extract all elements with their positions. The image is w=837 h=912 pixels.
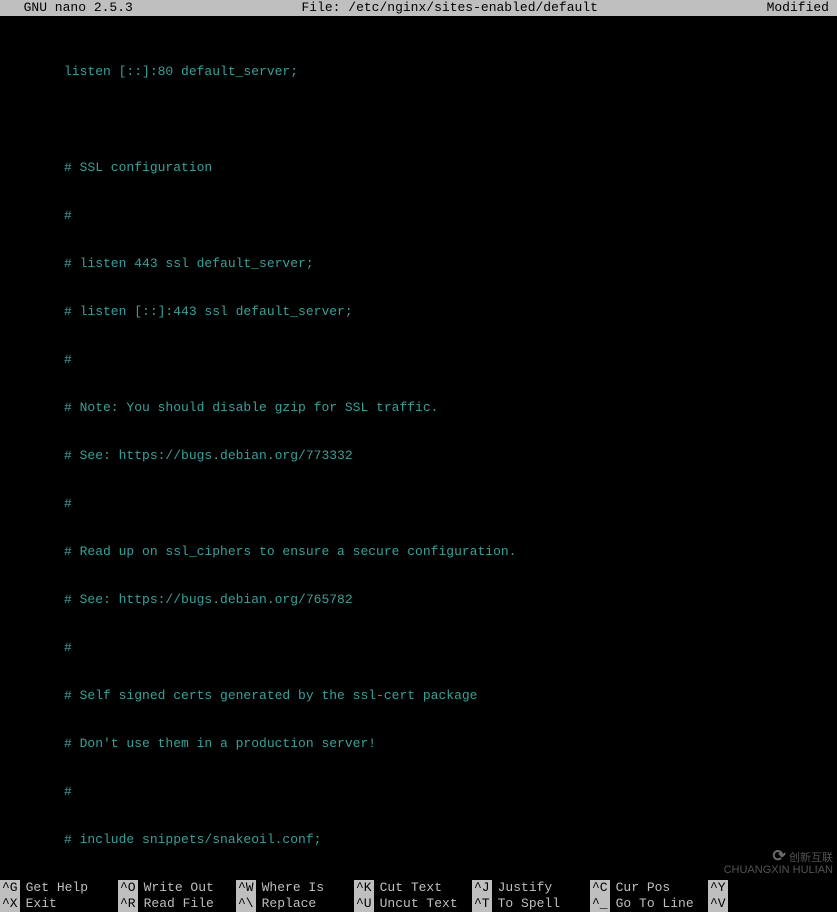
title-bar: GNU nano 2.5.3 File: /etc/nginx/sites-en… [0,0,837,16]
shortcut-page-up[interactable]: ^Y [708,880,826,896]
shortcut-where-is[interactable]: ^WWhere Is [236,880,354,896]
modified-status: Modified [767,0,837,16]
code-line: # Self signed certs generated by the ssl… [0,688,837,704]
code-line: # include snippets/snakeoil.conf; [0,832,837,848]
file-path: File: /etc/nginx/sites-enabled/default [133,0,767,16]
code-line: # See: https://bugs.debian.org/773332 [0,448,837,464]
shortcut-cur-pos[interactable]: ^CCur Pos [590,880,708,896]
shortcut-exit[interactable]: ^XExit [0,896,118,912]
code-line: # [0,640,837,656]
editor-area[interactable]: listen [::]:80 default_server; # SSL con… [0,16,837,912]
shortcut-justify[interactable]: ^JJustify [472,880,590,896]
code-line: # [0,352,837,368]
shortcut-write-out[interactable]: ^OWrite Out [118,880,236,896]
code-line: # listen [::]:443 ssl default_server; [0,304,837,320]
nano-editor-screen: GNU nano 2.5.3 File: /etc/nginx/sites-en… [0,0,837,912]
code-line: # listen 443 ssl default_server; [0,256,837,272]
shortcut-page-down[interactable]: ^V [708,896,826,912]
app-name: GNU nano 2.5.3 [0,0,133,16]
shortcut-replace[interactable]: ^\Replace [236,896,354,912]
code-line [0,112,837,128]
shortcut-to-spell[interactable]: ^TTo Spell [472,896,590,912]
shortcut-read-file[interactable]: ^RRead File [118,896,236,912]
code-line: # Read up on ssl_ciphers to ensure a sec… [0,544,837,560]
shortcut-uncut-text[interactable]: ^UUncut Text [354,896,472,912]
code-line: listen [::]:80 default_server; [0,64,837,80]
code-line: # Note: You should disable gzip for SSL … [0,400,837,416]
shortcut-bar: ^GGet Help ^OWrite Out ^WWhere Is ^KCut … [0,880,837,912]
code-line: # SSL configuration [0,160,837,176]
code-line: # [0,784,837,800]
shortcut-cut-text[interactable]: ^KCut Text [354,880,472,896]
shortcut-get-help[interactable]: ^GGet Help [0,880,118,896]
code-line: # Don't use them in a production server! [0,736,837,752]
code-line: # [0,208,837,224]
code-line: # See: https://bugs.debian.org/765782 [0,592,837,608]
shortcut-go-to-line[interactable]: ^_Go To Line [590,896,708,912]
code-line: # [0,496,837,512]
